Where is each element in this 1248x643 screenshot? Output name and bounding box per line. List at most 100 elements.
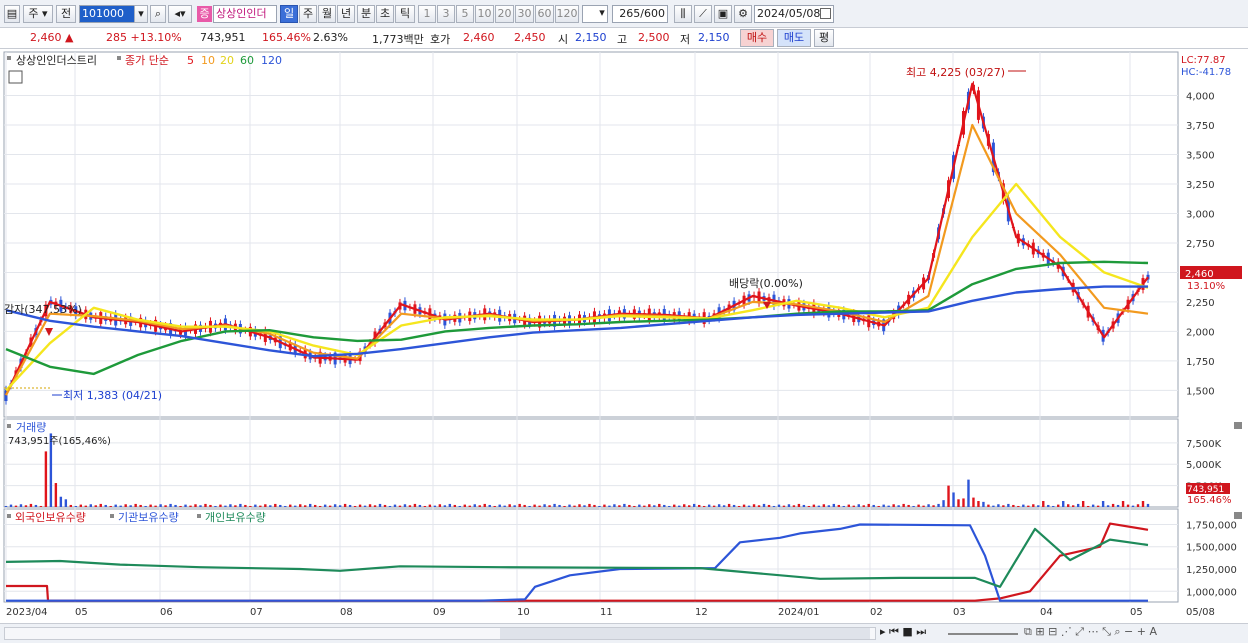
date-tick-label: 05/08 — [1186, 607, 1215, 618]
volume-bar — [812, 504, 816, 507]
volume-bar — [433, 505, 437, 507]
price-tick-label: 1,750 — [1186, 357, 1215, 368]
holdings-tick-label: 1,250,000 — [1186, 565, 1237, 576]
price-title: 상상인인더스트리 — [16, 54, 97, 67]
volume-bar — [59, 496, 63, 507]
volume-tick-label: 7,500K — [1186, 439, 1222, 450]
volume-tick-label: 5,000K — [1186, 460, 1222, 471]
volume-bar — [24, 505, 28, 507]
volume-bar — [1032, 504, 1035, 507]
low-label: 저 — [680, 33, 691, 46]
price-tick-label: 4,000 — [1186, 91, 1215, 102]
volume-bar — [882, 504, 885, 507]
volume-bar — [722, 505, 726, 507]
price-tick-label: 2,750 — [1186, 239, 1215, 250]
chart-tools-icons[interactable]: ⧉ ⊞ ⊟ ⋰ ⤢ ⋯ ⤡ ⌕ − + A — [1024, 625, 1157, 639]
volume-bar — [932, 505, 935, 507]
time-tick-label: 12 — [695, 607, 708, 618]
sell-button[interactable]: 매도 — [777, 29, 811, 47]
stock-name-field[interactable]: 상상인인더 — [213, 5, 277, 23]
volume-bar — [598, 505, 601, 507]
volume-bar — [633, 505, 636, 507]
volume-bar — [84, 505, 87, 507]
prev-button[interactable]: 전 — [56, 5, 76, 23]
volume-bar — [538, 505, 541, 507]
volume-bar — [1057, 504, 1060, 507]
speaker-icon[interactable]: ◂▾ — [168, 5, 192, 23]
volume-bar — [668, 505, 671, 507]
low-annotation: 최저 1,383 (04/21) — [63, 389, 162, 402]
volume-bar — [423, 505, 427, 507]
volume-bar — [368, 504, 372, 507]
volume-bar — [483, 503, 486, 507]
volume-bar — [309, 503, 312, 507]
code-dropdown-icon[interactable]: ▾ — [134, 5, 148, 23]
volume-bar — [877, 505, 880, 507]
volume-bar — [204, 503, 207, 507]
period-year-button[interactable]: 년 — [337, 5, 355, 23]
interval-dropdown-icon[interactable]: ▾ — [596, 5, 608, 23]
code-input[interactable]: 101000 — [79, 5, 135, 23]
volume-bar — [114, 504, 117, 507]
interval-3-button[interactable]: 3 — [437, 5, 455, 23]
volume-bar — [962, 498, 965, 507]
period-tick-button[interactable]: 틱 — [395, 5, 415, 23]
volume-tag-text: 743,951 — [1187, 485, 1224, 495]
volume-bar — [638, 504, 641, 507]
volume-bar — [79, 504, 83, 507]
interval-10-button[interactable]: 10 — [475, 5, 494, 23]
scroll-thumb[interactable] — [500, 628, 870, 639]
volume-bar — [124, 504, 127, 507]
scroll-controls[interactable]: ▸ ⏮ ■ ⏭ — [880, 625, 926, 639]
chart-svg[interactable]: 4,0003,7503,5003,2503,0002,7502,5002,250… — [0, 50, 1248, 623]
volume-close-icon[interactable] — [1234, 422, 1242, 429]
interval-30-button[interactable]: 30 — [515, 5, 534, 23]
volume-bar — [857, 504, 860, 507]
main-toolbar: ▤ 주 ▾ 전 101000 ▾ ⌕ ◂▾ 증 상상인인더 일 주 월 년 분 … — [0, 0, 1248, 28]
volume-bar — [363, 505, 367, 507]
save-icon[interactable]: ▣ — [714, 5, 732, 23]
period-day-button[interactable]: 일 — [280, 5, 298, 23]
volume-bar — [19, 504, 23, 507]
ask-value: 2,460 — [463, 31, 495, 44]
market-button[interactable]: 주 ▾ — [23, 5, 53, 23]
turnover-rate: 2.63% — [313, 31, 348, 44]
calendar-icon[interactable] — [820, 8, 831, 19]
volume-bar — [413, 503, 417, 507]
volume-bar — [159, 504, 162, 507]
line-tool-icon[interactable]: ⟋ — [694, 5, 712, 23]
holdings-close-icon[interactable] — [1234, 512, 1242, 519]
candle-type-icon[interactable]: ⫼ — [674, 5, 692, 23]
interval-1-button[interactable]: 1 — [418, 5, 436, 23]
volume-bar — [493, 505, 496, 507]
count-field[interactable]: 265/600 — [612, 5, 668, 23]
volume-bar — [1131, 505, 1135, 507]
period-week-button[interactable]: 주 — [299, 5, 317, 23]
eval-button[interactable]: 평 — [814, 29, 834, 47]
price-tick-label: 3,000 — [1186, 209, 1215, 220]
period-month-button[interactable]: 월 — [318, 5, 336, 23]
volume-bar — [1121, 501, 1125, 507]
interval-5-button[interactable]: 5 — [456, 5, 474, 23]
zoom-slider[interactable] — [948, 633, 1018, 635]
volume-bar — [1007, 503, 1010, 507]
volume-bar — [34, 504, 38, 507]
settings-icon[interactable]: ⚙ — [734, 5, 752, 23]
search-icon[interactable]: ⌕ — [150, 5, 166, 23]
price-tick-label: 1,500 — [1186, 386, 1215, 397]
volume-bar — [89, 504, 92, 507]
window-menu-button[interactable]: ▤ — [4, 5, 20, 23]
volume-bar — [583, 505, 586, 507]
period-minute-button[interactable]: 분 — [357, 5, 375, 23]
interval-60-button[interactable]: 60 — [535, 5, 554, 23]
volume-value: 743,951 — [200, 31, 246, 44]
buy-button[interactable]: 매수 — [740, 29, 774, 47]
table-icon[interactable] — [8, 70, 23, 84]
interval-120-button[interactable]: 120 — [555, 5, 579, 23]
interval-20-button[interactable]: 20 — [495, 5, 514, 23]
volume-bar — [328, 505, 332, 507]
volume-bar — [1111, 503, 1115, 507]
price-panel-marker — [7, 56, 11, 60]
volume-bar — [533, 504, 536, 507]
period-second-button[interactable]: 초 — [376, 5, 394, 23]
